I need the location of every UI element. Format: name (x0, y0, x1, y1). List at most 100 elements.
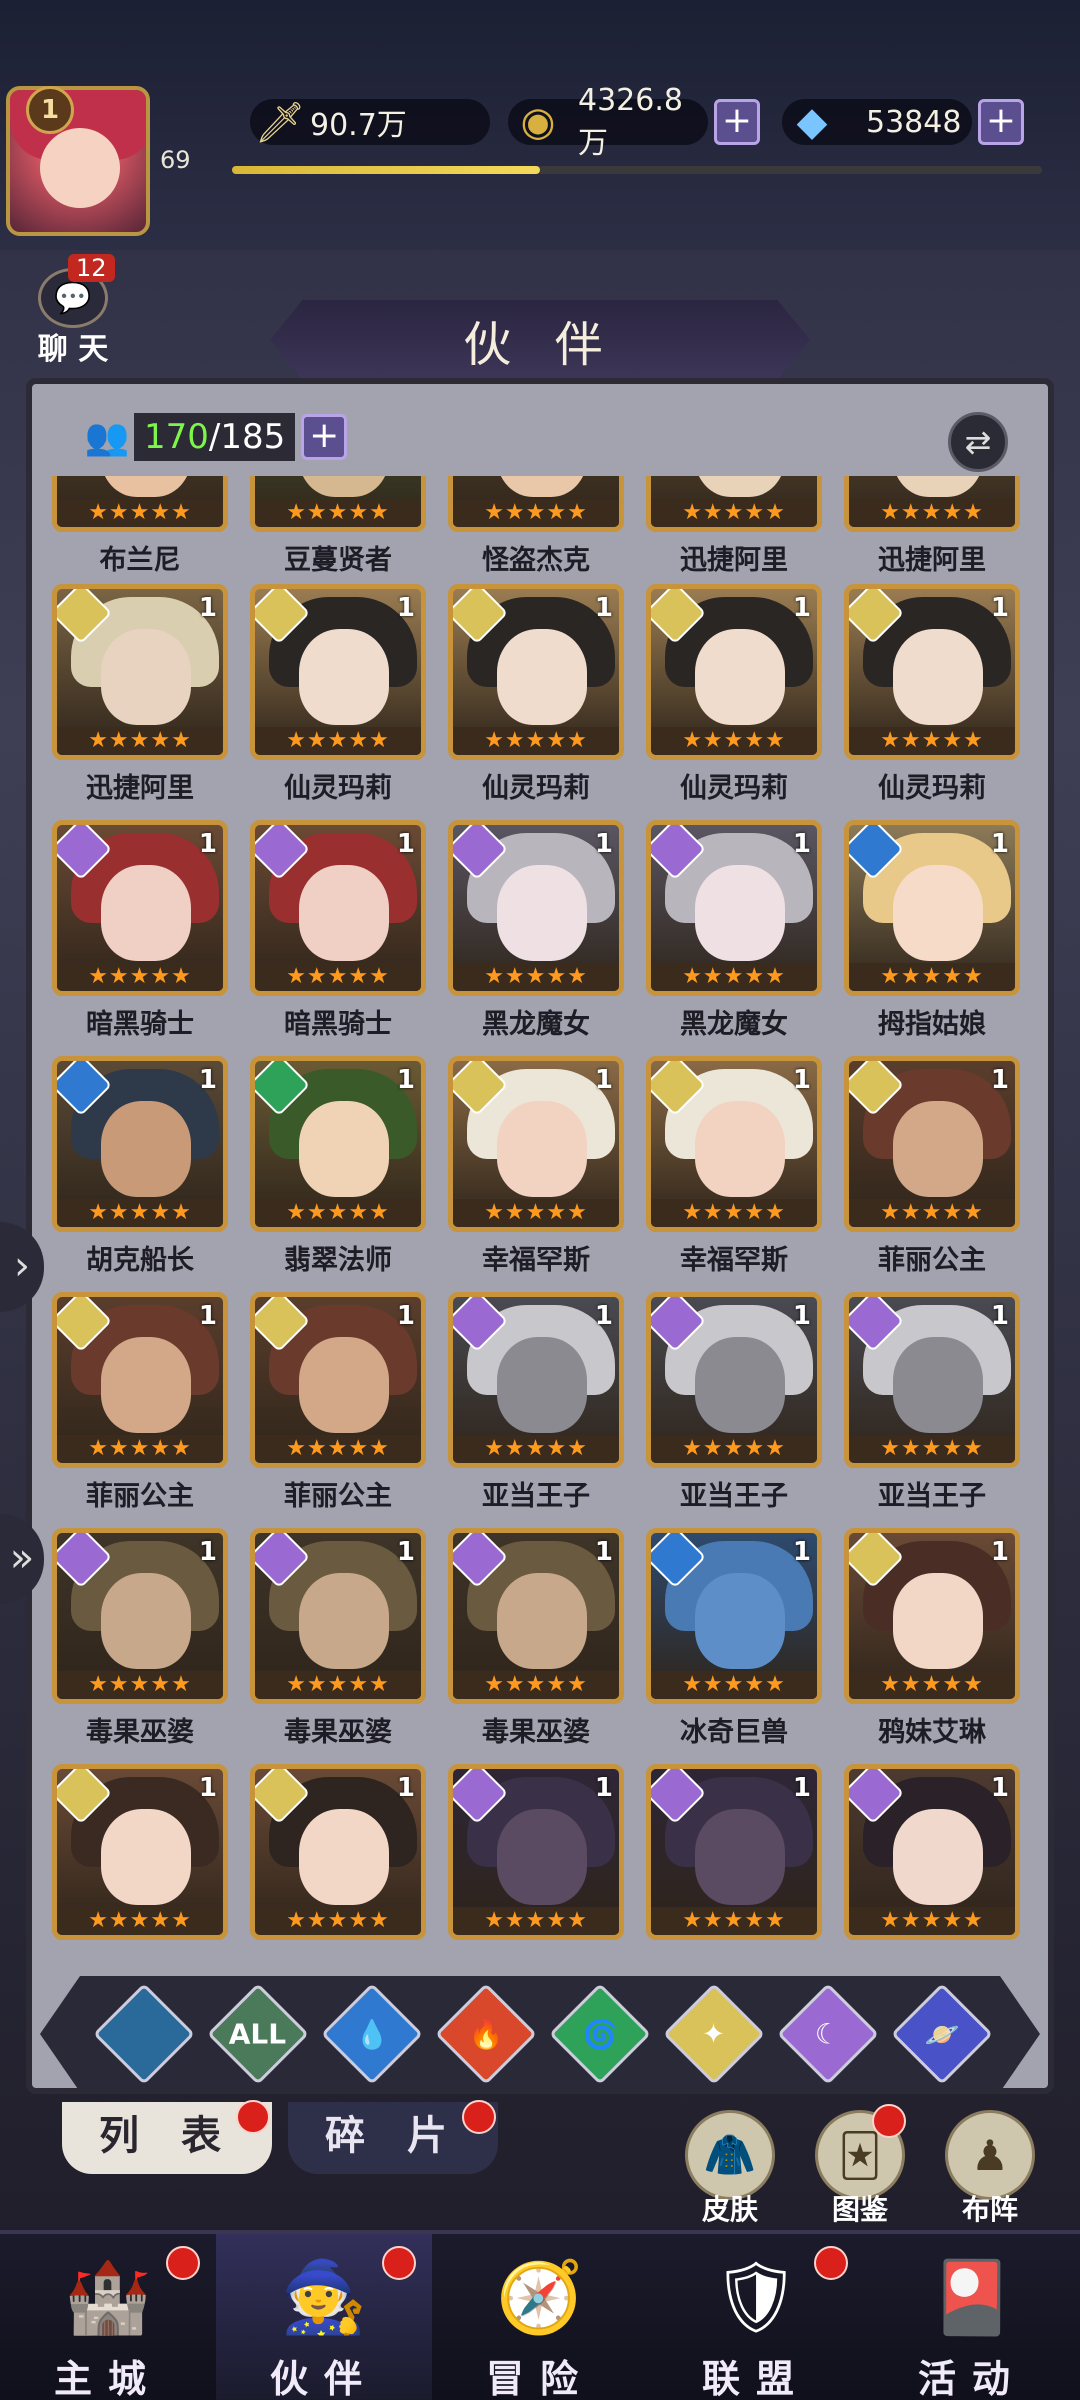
hero-portrait: 1 ★★★★★ (52, 820, 228, 996)
hero-stars: ★★★★★ (453, 499, 619, 527)
filter-water-icon[interactable]: 💧 (321, 1983, 423, 2085)
hero-card[interactable]: 1 ★★★★★ (52, 1764, 228, 1940)
hero-face (299, 1573, 389, 1669)
hero-card[interactable]: ★★★★★ 怪盗杰克 (448, 476, 624, 577)
hero-face (101, 629, 191, 725)
hero-stars: ★★★★★ (57, 963, 223, 991)
hero-card[interactable]: 1 ★★★★★ 暗黑骑士 (52, 820, 228, 1041)
formation-label: 布阵 (961, 2193, 1018, 2226)
hero-name: 迅捷阿里 (86, 773, 194, 804)
hero-name: 幸福罕斯 (680, 1245, 788, 1276)
hero-card[interactable]: 1 ★★★★★ 鸦妹艾琳 (844, 1528, 1020, 1749)
filter-dark-icon[interactable]: ☾ (777, 1983, 879, 2085)
hero-stars: ★★★★★ (453, 1199, 619, 1227)
nav-events[interactable]: 🎴 活动 (864, 2234, 1080, 2400)
sort-swap-button[interactable]: ⇄ (948, 412, 1008, 472)
hero-card[interactable]: 1 ★★★★★ (250, 1764, 426, 1940)
hero-card[interactable]: 1 ★★★★★ 翡翠法师 (250, 1056, 426, 1277)
hero-card[interactable]: 1 ★★★★★ 迅捷阿里 (52, 584, 228, 805)
hero-name: 亚当王子 (680, 1481, 788, 1512)
hero-stars: ★★★★★ (651, 727, 817, 755)
nav-adventure[interactable]: 🧭 冒险 (432, 2234, 648, 2400)
hero-stars: ★★★★★ (255, 1435, 421, 1463)
hero-stars: ★★★★★ (57, 727, 223, 755)
hero-level: 1 (792, 1773, 811, 1803)
hero-portrait: 1 ★★★★★ (844, 1528, 1020, 1704)
nav-partners[interactable]: 🧙 伙伴 (216, 2234, 432, 2400)
hero-face (695, 1337, 785, 1433)
hero-portrait: ★★★★★ (844, 476, 1020, 532)
hero-level: 1 (198, 593, 217, 623)
nav-city[interactable]: 🏰 主城 (0, 2234, 216, 2400)
hero-card[interactable]: 1 ★★★★★ 毒果巫婆 (52, 1528, 228, 1749)
formation-button[interactable]: ♟ 布阵 (940, 2110, 1040, 2228)
hero-portrait: 1 ★★★★★ (448, 584, 624, 760)
hero-card[interactable]: 1 ★★★★★ 仙灵玛莉 (646, 584, 822, 805)
hero-card[interactable]: 1 ★★★★★ (448, 1764, 624, 1940)
hero-level: 1 (792, 1301, 811, 1331)
hero-card[interactable]: 1 ★★★★★ 仙灵玛莉 (250, 584, 426, 805)
chat-button[interactable]: 💬 12 聊 天 (28, 254, 118, 367)
hero-stars: ★★★★★ (57, 1907, 223, 1935)
nav-alliance[interactable]: 🛡 联盟 (648, 2234, 864, 2400)
skins-icon: 🧥 (685, 2110, 775, 2200)
gold-coin-icon: ◉ (520, 99, 556, 145)
hero-name: 仙灵玛莉 (680, 773, 788, 804)
roster-capacity: /185 (208, 417, 286, 457)
hero-stars: ★★★★★ (849, 1435, 1015, 1463)
hero-stars: ★★★★★ (651, 1199, 817, 1227)
hero-name: 亚当王子 (878, 1481, 986, 1512)
hero-name: 菲丽公主 (86, 1481, 194, 1512)
hero-level: 1 (396, 593, 415, 623)
filter-fire-icon[interactable]: 🔥 (435, 1983, 537, 2085)
hero-portrait: 1 ★★★★★ (448, 1056, 624, 1232)
hero-card[interactable]: 1 ★★★★★ 亚当王子 (646, 1292, 822, 1513)
nav-events-icon: 🎴 (928, 2255, 1016, 2338)
hero-level: 1 (990, 593, 1009, 623)
cosmic-icon: 🪐 (924, 2017, 960, 2051)
filter-cosmic-icon[interactable]: 🪐 (891, 1983, 993, 2085)
hero-card[interactable]: 1 ★★★★★ 仙灵玛莉 (844, 584, 1020, 805)
filter-wind-icon[interactable]: 🌀 (549, 1983, 651, 2085)
hero-portrait: 1 ★★★★★ (448, 1292, 624, 1468)
hero-card[interactable]: ★★★★★ 豆蔓贤者 (250, 476, 426, 577)
hero-card[interactable]: ★★★★★ 迅捷阿里 (844, 476, 1020, 577)
nav-partners-icon: 🧙 (280, 2255, 368, 2338)
add-gold-button[interactable]: + (714, 99, 760, 145)
hero-portrait: 1 ★★★★★ (250, 1292, 426, 1468)
nav-city-notification (166, 2246, 200, 2280)
add-gems-button[interactable]: + (978, 99, 1024, 145)
hero-portrait: 1 ★★★★★ (646, 820, 822, 996)
hero-card[interactable]: 1 ★★★★★ 菲丽公主 (52, 1292, 228, 1513)
hero-name: 毒果巫婆 (284, 1717, 392, 1748)
hero-card[interactable]: 1 ★★★★★ 毒果巫婆 (448, 1528, 624, 1749)
hero-card[interactable]: 1 ★★★★★ 黑龙魔女 (448, 820, 624, 1041)
hero-card[interactable]: 1 ★★★★★ 亚当王子 (844, 1292, 1020, 1513)
filter-all-icon[interactable]: ALL (207, 1983, 309, 2085)
hero-card[interactable]: 1 ★★★★★ 冰奇巨兽 (646, 1528, 822, 1749)
hero-level: 1 (396, 1537, 415, 1567)
hero-card[interactable]: 1 ★★★★★ 毒果巫婆 (250, 1528, 426, 1749)
hero-card[interactable]: 1 ★★★★★ (646, 1764, 822, 1940)
hero-card[interactable]: 1 ★★★★★ 仙灵玛莉 (448, 584, 624, 805)
expand-roster-button[interactable]: + (301, 414, 348, 460)
filter-light-icon[interactable]: ✦ (663, 1983, 765, 2085)
hero-card[interactable]: ★★★★★ 布兰尼 (52, 476, 228, 577)
filter-all-faction-icon[interactable] (93, 1983, 195, 2085)
hero-card[interactable]: 1 ★★★★★ 亚当王子 (448, 1292, 624, 1513)
hero-card[interactable]: 1 ★★★★★ (844, 1764, 1020, 1940)
hero-card[interactable]: ★★★★★ 迅捷阿里 (646, 476, 822, 577)
hero-card[interactable]: 1 ★★★★★ 菲丽公主 (844, 1056, 1020, 1277)
hero-card[interactable]: 1 ★★★★★ 胡克船长 (52, 1056, 228, 1277)
hero-card[interactable]: 1 ★★★★★ 黑龙魔女 (646, 820, 822, 1041)
hero-card[interactable]: 1 ★★★★★ 幸福罕斯 (448, 1056, 624, 1277)
hero-card[interactable]: 1 ★★★★★ 暗黑骑士 (250, 820, 426, 1041)
hero-portrait: 1 ★★★★★ (646, 1056, 822, 1232)
hero-card[interactable]: 1 ★★★★★ 幸福罕斯 (646, 1056, 822, 1277)
hero-stars: ★★★★★ (255, 1671, 421, 1699)
gem-value: 53848 (866, 104, 962, 140)
hero-card[interactable]: 1 ★★★★★ 拇指姑娘 (844, 820, 1020, 1041)
hero-stars: ★★★★★ (453, 1907, 619, 1935)
skins-button[interactable]: 🧥 皮肤 (680, 2110, 780, 2228)
hero-card[interactable]: 1 ★★★★★ 菲丽公主 (250, 1292, 426, 1513)
